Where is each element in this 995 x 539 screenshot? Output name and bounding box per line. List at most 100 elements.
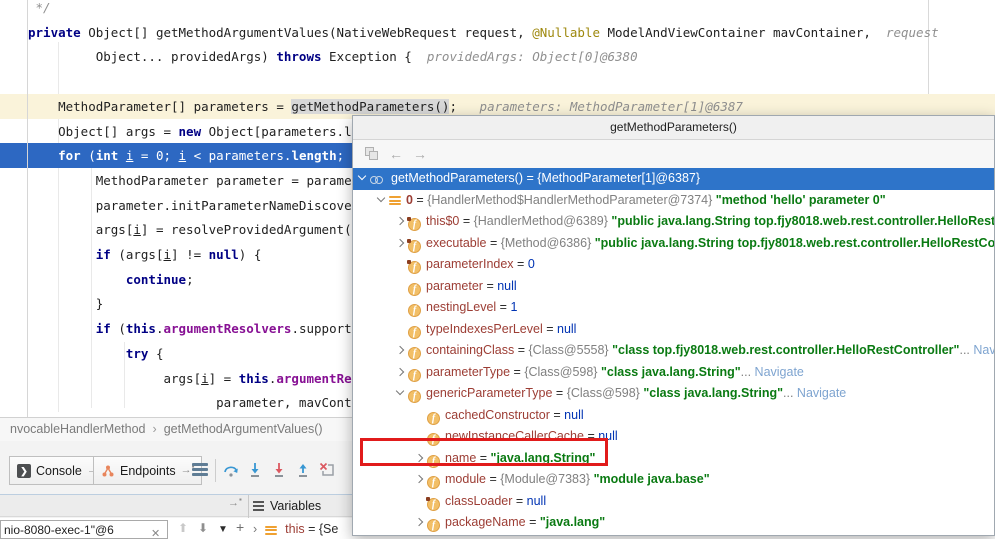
tree-segment: classLoader — [445, 494, 512, 508]
code-segment: new — [179, 124, 202, 139]
code-line[interactable] — [0, 69, 995, 94]
step-out-button[interactable] — [294, 461, 312, 479]
field-icon: f — [427, 519, 440, 532]
popup-toolbar: ← → — [353, 140, 994, 169]
chevron-right-icon[interactable]: › — [253, 522, 257, 536]
code-segment — [28, 272, 126, 287]
arrow-up-icon[interactable]: ⬆ — [178, 521, 188, 535]
step-over-button[interactable] — [222, 461, 240, 479]
forward-arrow-icon[interactable]: → — [413, 146, 427, 162]
code-segment — [118, 148, 126, 163]
tree-row[interactable]: fcomponentType = null — [353, 534, 994, 536]
tree-row[interactable]: fparameter = null — [353, 276, 994, 298]
chevron-closed-icon[interactable] — [395, 233, 408, 255]
drop-frame-button[interactable] — [318, 461, 336, 479]
breadcrumb-method[interactable]: getMethodArgumentValues() — [164, 422, 323, 436]
chevron-closed-icon[interactable] — [414, 469, 427, 491]
code-segment: Object... providedArgs) — [28, 49, 276, 64]
tree-row[interactable]: fthis$0 = {HandlerMethod@6389} "public j… — [353, 211, 994, 233]
code-segment: ] = — [209, 371, 239, 386]
code-segment: Object[] args = — [28, 124, 179, 139]
force-step-into-button[interactable] — [270, 461, 288, 479]
pin-icon[interactable]: →▪ — [228, 497, 242, 509]
tree-segment: = — [512, 494, 526, 508]
tree-segment: = — [543, 322, 557, 336]
chevron-open-icon[interactable] — [357, 168, 370, 190]
tree-segment: parameterType — [426, 365, 510, 379]
field-icon: f — [408, 218, 421, 231]
tree-row[interactable]: getMethodParameters() = {MethodParameter… — [353, 168, 994, 190]
tree-row[interactable]: fcontainingClass = {Class@5558} "class t… — [353, 340, 994, 362]
tree-segment: {Class@5558} — [529, 343, 613, 357]
code-segment: null — [209, 247, 239, 262]
tab-endpoints[interactable]: Endpoints →▪ — [93, 456, 202, 485]
chevron-closed-icon[interactable] — [395, 362, 408, 384]
step-into-button[interactable] — [246, 461, 264, 479]
value-bars-icon — [265, 523, 277, 535]
duplicate-node-icon[interactable] — [365, 147, 379, 159]
tree-row[interactable]: ftypeIndexesPerLevel = null — [353, 319, 994, 341]
code-segment: MethodParameter[] parameters = — [28, 99, 291, 114]
back-arrow-icon[interactable]: ← — [389, 146, 403, 162]
tree-row[interactable]: 0 = {HandlerMethod$HandlerMethodParamete… — [353, 190, 994, 212]
tree-segment: packageName — [445, 515, 526, 529]
menu-icon — [253, 499, 264, 513]
breadcrumb-separator: › — [153, 422, 157, 436]
tree-segment: ... — [959, 343, 973, 357]
tree-row[interactable]: fpackageName = "java.lang" — [353, 512, 994, 534]
chevron-open-icon[interactable] — [395, 383, 408, 405]
filter-icon[interactable]: ▼ — [218, 524, 228, 535]
tree-segment: {Module@7383} — [500, 472, 593, 486]
tree-segment: "java.lang.String" — [491, 451, 596, 465]
tree-row[interactable]: fparameterType = {Class@598} "class java… — [353, 362, 994, 384]
chevron-closed-icon[interactable] — [395, 211, 408, 233]
tree-segment: {Class@598} — [567, 386, 644, 400]
code-segment: this — [239, 371, 269, 386]
tree-segment: "java.lang" — [540, 515, 605, 529]
chevron-closed-icon[interactable] — [414, 512, 427, 534]
breadcrumb-class[interactable]: nvocableHandlerMethod — [10, 422, 146, 436]
tree-segment: = — [514, 343, 528, 357]
code-line[interactable]: private Object[] getMethodArgumentValues… — [0, 20, 995, 45]
tree-row[interactable]: fname = "java.lang.String" — [353, 448, 994, 470]
tree-row[interactable]: fclassLoader = null — [353, 491, 994, 513]
debugger-evaluate-popup[interactable]: getMethodParameters() ← → getMethodParam… — [352, 115, 995, 536]
toolbar-separator — [215, 459, 216, 482]
chevron-closed-icon[interactable] — [414, 448, 427, 470]
code-segment: for — [28, 148, 81, 163]
tree-segment: newInstanceCallerCache — [445, 429, 584, 443]
popup-title[interactable]: getMethodParameters() — [353, 116, 994, 140]
tree-row[interactable]: fnewInstanceCallerCache = null — [353, 426, 994, 448]
console-icon: ❯ — [17, 464, 31, 478]
code-segment: ; — [186, 272, 194, 287]
variables-panel-header[interactable]: Variables — [253, 495, 321, 517]
tree-segment: = — [510, 365, 524, 379]
thread-selector-combo[interactable]: nio-8080-exec-1"@6 ✕ — [0, 520, 168, 539]
field-icon: f — [408, 347, 421, 360]
tree-row[interactable]: fexecutable = {Method@6386} "public java… — [353, 233, 994, 255]
code-line[interactable]: */ — [0, 0, 995, 20]
tree-segment: parameter — [426, 279, 483, 293]
chevron-open-icon[interactable] — [376, 190, 389, 212]
tree-segment: module — [445, 472, 486, 486]
layout-settings-icon[interactable] — [192, 463, 208, 477]
tree-row[interactable]: fnestingLevel = 1 — [353, 297, 994, 319]
tree-segment: 0 — [528, 257, 535, 271]
tree-segment: getMethodParameters() = {MethodParameter… — [391, 171, 700, 185]
code-line[interactable]: Object... providedArgs) throws Exception… — [0, 44, 995, 69]
tree-row[interactable]: fcachedConstructor = null — [353, 405, 994, 427]
tree-row[interactable]: fparameterIndex = 0 — [353, 254, 994, 276]
code-segment: private — [28, 25, 81, 40]
variables-tree: getMethodParameters() = {MethodParameter… — [353, 168, 994, 535]
field-icon: f — [408, 369, 421, 382]
tree-segment: {Class@598} — [524, 365, 601, 379]
tree-row[interactable]: fmodule = {Module@7383} "module java.bas… — [353, 469, 994, 491]
field-icon: f — [427, 455, 440, 468]
add-icon[interactable]: + — [236, 519, 244, 535]
variables-first-row[interactable]: › this = {Se — [253, 520, 352, 538]
close-icon[interactable]: ✕ — [151, 525, 160, 539]
tree-segment: "public java.lang.String top.fjy8018.web… — [595, 236, 994, 250]
chevron-closed-icon[interactable] — [395, 340, 408, 362]
arrow-down-icon[interactable]: ⬇ — [198, 521, 208, 535]
tree-row[interactable]: fgenericParameterType = {Class@598} "cla… — [353, 383, 994, 405]
